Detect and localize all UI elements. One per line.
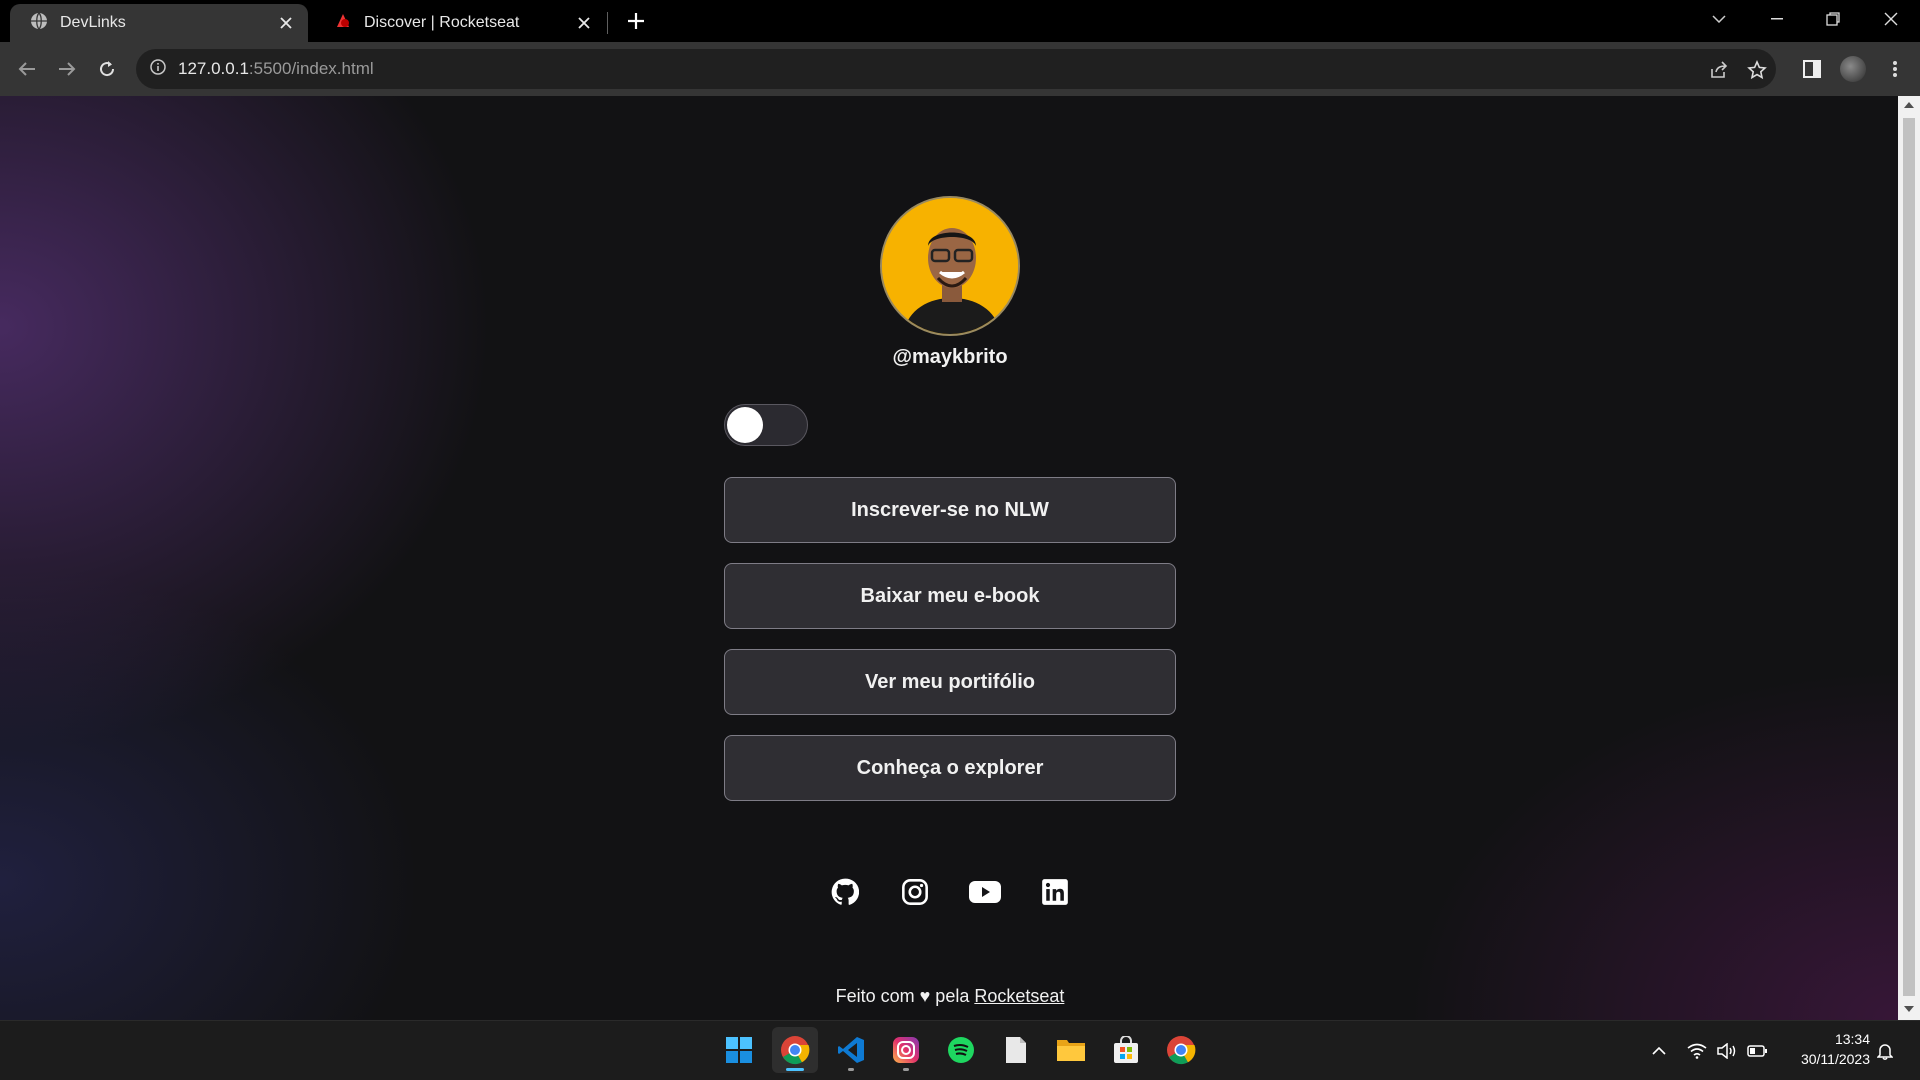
url-path: :5500/index.html	[248, 59, 374, 78]
rocketseat-icon	[334, 12, 352, 35]
tab-strip: DevLinks Discover | Rocketseat	[0, 0, 1920, 42]
restore-icon[interactable]	[1816, 6, 1850, 32]
footer-text: Feito com ♥ pela	[835, 986, 975, 1006]
url-text: 127.0.0.1:5500/index.html	[178, 59, 374, 79]
link-button-portfolio[interactable]: Ver meu portifólio	[724, 649, 1176, 715]
side-panel-icon[interactable]	[1797, 54, 1827, 84]
wifi-icon[interactable]	[1684, 1039, 1710, 1063]
tab-title: DevLinks	[60, 14, 126, 31]
chevron-up-icon[interactable]	[1646, 1039, 1672, 1063]
minimize-icon[interactable]	[1760, 6, 1794, 32]
instagram-app-icon[interactable]	[883, 1027, 929, 1073]
tab-devlinks[interactable]: DevLinks	[10, 4, 308, 42]
reload-icon[interactable]	[92, 54, 122, 84]
link-button-explorer[interactable]: Conheça o explorer	[724, 735, 1176, 801]
rocketseat-link[interactable]: Rocketseat	[974, 986, 1064, 1006]
spotify-icon[interactable]	[938, 1027, 984, 1073]
globe-icon	[30, 12, 48, 35]
scroll-up-arrow-icon[interactable]	[1904, 100, 1914, 110]
menu-kebab-icon[interactable]	[1880, 54, 1910, 84]
close-window-icon[interactable]	[1874, 6, 1908, 32]
instagram-icon[interactable]	[895, 872, 935, 912]
toggle-knob	[727, 407, 763, 443]
active-indicator	[786, 1068, 804, 1071]
username: @maykbrito	[892, 346, 1008, 368]
linkedin-icon[interactable]	[1035, 872, 1075, 912]
scroll-down-arrow-icon[interactable]	[1904, 1004, 1914, 1014]
bookmark-star-icon[interactable]	[1744, 57, 1770, 83]
close-tab-icon[interactable]	[574, 13, 594, 33]
clock-date: 30/11/2023	[1800, 1051, 1870, 1067]
address-bar[interactable]: 127.0.0.1:5500/index.html	[136, 49, 1776, 89]
youtube-icon[interactable]	[965, 872, 1005, 912]
page-scrollbar[interactable]	[1898, 96, 1920, 1020]
back-arrow-icon[interactable]	[12, 54, 42, 84]
volume-icon[interactable]	[1714, 1039, 1740, 1063]
site-info-icon[interactable]	[150, 58, 166, 80]
theme-toggle-switch[interactable]	[724, 404, 808, 446]
url-host: 127.0.0.1	[178, 59, 249, 78]
system-clock[interactable]: 13:34 30/11/2023	[1780, 1029, 1870, 1069]
link-button-nlw[interactable]: Inscrever-se no NLW	[724, 477, 1176, 543]
running-indicator	[903, 1068, 909, 1071]
notification-bell-icon[interactable]	[1872, 1039, 1898, 1063]
notepad-icon[interactable]	[993, 1027, 1039, 1073]
tab-search-chevron-icon[interactable]	[1702, 6, 1736, 32]
profile-avatar[interactable]	[1840, 56, 1866, 82]
battery-icon[interactable]	[1744, 1039, 1770, 1063]
link-button-ebook[interactable]: Baixar meu e-book	[724, 563, 1176, 629]
profile-avatar-photo	[880, 196, 1020, 336]
file-explorer-icon[interactable]	[1048, 1027, 1094, 1073]
windows-taskbar: 13:34 30/11/2023	[0, 1020, 1920, 1080]
tab-discover-rocketseat[interactable]: Discover | Rocketseat	[314, 4, 606, 42]
tab-title: Discover | Rocketseat	[364, 14, 520, 31]
running-indicator	[848, 1068, 854, 1071]
tab-separator	[607, 12, 608, 34]
forward-arrow-icon[interactable]	[52, 54, 82, 84]
close-tab-icon[interactable]	[276, 13, 296, 33]
share-icon[interactable]	[1706, 57, 1732, 83]
new-tab-icon[interactable]	[624, 9, 648, 33]
github-icon[interactable]	[825, 872, 865, 912]
clock-time: 13:34	[1834, 1031, 1870, 1047]
microsoft-store-icon[interactable]	[1103, 1027, 1149, 1073]
footer: Feito com ♥ pela Rocketseat	[700, 986, 1200, 1007]
page-viewport: @maykbrito Inscrever-se no NLW Baixar me…	[0, 96, 1898, 1020]
windows-start-icon[interactable]	[716, 1027, 762, 1073]
chrome-icon[interactable]	[772, 1027, 818, 1073]
scroll-thumb[interactable]	[1903, 118, 1915, 996]
browser-toolbar: 127.0.0.1:5500/index.html	[0, 42, 1920, 96]
chrome-icon[interactable]	[1158, 1027, 1204, 1073]
vscode-icon[interactable]	[828, 1027, 874, 1073]
